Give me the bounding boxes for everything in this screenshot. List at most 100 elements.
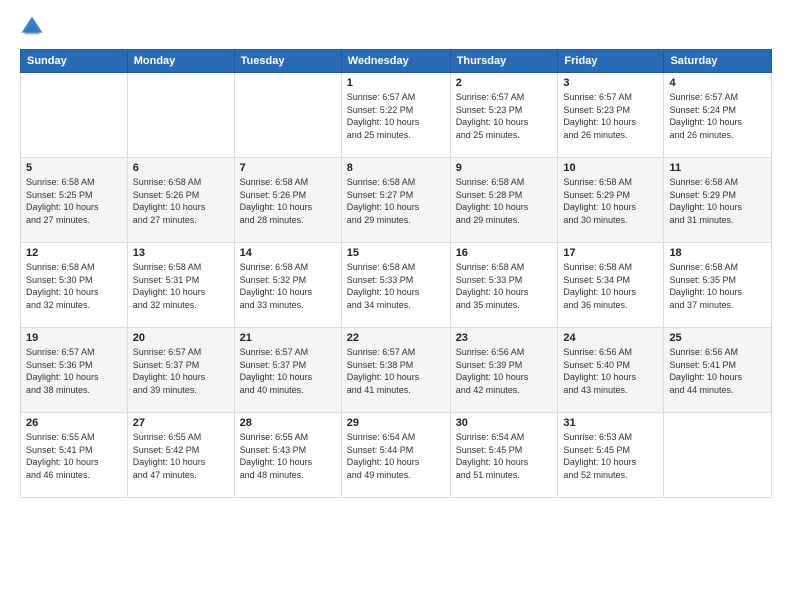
weekday-header-row: SundayMondayTuesdayWednesdayThursdayFrid… [21,50,772,73]
calendar-day-cell: 16 Sunrise: 6:58 AM Sunset: 5:33 PM Dayli… [450,243,558,328]
day-number: 6 [133,162,229,174]
calendar-day-cell: 11 Sunrise: 6:58 AM Sunset: 5:29 PM Dayli… [664,158,772,243]
calendar-day-cell: 17 Sunrise: 6:58 AM Sunset: 5:34 PM Dayli… [558,243,664,328]
logo-icon [20,15,44,39]
day-number: 29 [347,417,445,429]
day-number: 27 [133,417,229,429]
calendar-day-cell: 22Sunrise: 6:57 AM Sunset: 5:38 PM Dayli… [341,328,450,413]
calendar-day-cell: 15 Sunrise: 6:58 AM Sunset: 5:33 PM Dayli… [341,243,450,328]
calendar-day-cell: 10 Sunrise: 6:58 AM Sunset: 5:29 PM Dayli… [558,158,664,243]
day-number: 7 [240,162,336,174]
day-info: Sunrise: 6:57 AM Sunset: 5:38 PM Dayligh… [347,346,445,396]
day-info: Sunrise: 6:54 AM Sunset: 5:45 PM Dayligh… [456,431,553,481]
day-info: Sunrise: 6:56 AM Sunset: 5:39 PM Dayligh… [456,346,553,396]
calendar-empty-cell [664,413,772,498]
day-number: 10 [563,162,658,174]
calendar-empty-cell [127,73,234,158]
day-number: 19 [26,332,122,344]
day-number: 18 [669,247,766,259]
calendar-day-cell: 29 Sunrise: 6:54 AM Sunset: 5:44 PM Dayli… [341,413,450,498]
day-info: Sunrise: 6:57 AM Sunset: 5:23 PM Dayligh… [456,91,553,141]
day-info: Sunrise: 6:54 AM Sunset: 5:44 PM Dayligh… [347,431,445,481]
page: SundayMondayTuesdayWednesdayThursdayFrid… [0,0,792,612]
calendar-day-cell: 4 Sunrise: 6:57 AM Sunset: 5:24 PM Daylig… [664,73,772,158]
calendar-week-row: 5 Sunrise: 6:58 AM Sunset: 5:25 PM Daylig… [21,158,772,243]
day-info: Sunrise: 6:57 AM Sunset: 5:37 PM Dayligh… [133,346,229,396]
day-info: Sunrise: 6:58 AM Sunset: 5:34 PM Dayligh… [563,261,658,311]
calendar-day-cell: 13Sunrise: 6:58 AM Sunset: 5:31 PM Dayli… [127,243,234,328]
day-info: Sunrise: 6:57 AM Sunset: 5:37 PM Dayligh… [240,346,336,396]
calendar-day-cell: 31 Sunrise: 6:53 AM Sunset: 5:45 PM Dayli… [558,413,664,498]
calendar-day-cell: 23 Sunrise: 6:56 AM Sunset: 5:39 PM Dayli… [450,328,558,413]
day-info: Sunrise: 6:58 AM Sunset: 5:29 PM Dayligh… [669,176,766,226]
weekday-header-monday: Monday [127,50,234,73]
day-number: 9 [456,162,553,174]
day-number: 5 [26,162,122,174]
day-number: 25 [669,332,766,344]
day-info: Sunrise: 6:53 AM Sunset: 5:45 PM Dayligh… [563,431,658,481]
day-number: 4 [669,77,766,89]
calendar-day-cell: 19Sunrise: 6:57 AM Sunset: 5:36 PM Dayli… [21,328,128,413]
day-number: 11 [669,162,766,174]
day-number: 13 [133,247,229,259]
calendar-table: SundayMondayTuesdayWednesdayThursdayFrid… [20,49,772,498]
day-number: 21 [240,332,336,344]
calendar-day-cell: 1Sunrise: 6:57 AM Sunset: 5:22 PM Daylig… [341,73,450,158]
day-number: 17 [563,247,658,259]
day-number: 8 [347,162,445,174]
weekday-header-saturday: Saturday [664,50,772,73]
day-info: Sunrise: 6:58 AM Sunset: 5:27 PM Dayligh… [347,176,445,226]
day-number: 26 [26,417,122,429]
calendar-day-cell: 12Sunrise: 6:58 AM Sunset: 5:30 PM Dayli… [21,243,128,328]
calendar-week-row: 1Sunrise: 6:57 AM Sunset: 5:22 PM Daylig… [21,73,772,158]
weekday-header-tuesday: Tuesday [234,50,341,73]
day-info: Sunrise: 6:56 AM Sunset: 5:41 PM Dayligh… [669,346,766,396]
calendar-day-cell: 27 Sunrise: 6:55 AM Sunset: 5:42 PM Dayli… [127,413,234,498]
calendar-empty-cell [21,73,128,158]
day-info: Sunrise: 6:58 AM Sunset: 5:33 PM Dayligh… [456,261,553,311]
weekday-header-thursday: Thursday [450,50,558,73]
day-info: Sunrise: 6:58 AM Sunset: 5:35 PM Dayligh… [669,261,766,311]
calendar-day-cell: 25 Sunrise: 6:56 AM Sunset: 5:41 PM Dayli… [664,328,772,413]
calendar-day-cell: 8 Sunrise: 6:58 AM Sunset: 5:27 PM Daylig… [341,158,450,243]
day-info: Sunrise: 6:55 AM Sunset: 5:42 PM Dayligh… [133,431,229,481]
day-info: Sunrise: 6:58 AM Sunset: 5:26 PM Dayligh… [240,176,336,226]
day-number: 2 [456,77,553,89]
calendar-week-row: 12Sunrise: 6:58 AM Sunset: 5:30 PM Dayli… [21,243,772,328]
day-number: 30 [456,417,553,429]
calendar-day-cell: 28Sunrise: 6:55 AM Sunset: 5:43 PM Dayli… [234,413,341,498]
calendar-week-row: 26 Sunrise: 6:55 AM Sunset: 5:41 PM Dayli… [21,413,772,498]
day-number: 3 [563,77,658,89]
day-number: 24 [563,332,658,344]
day-number: 23 [456,332,553,344]
day-info: Sunrise: 6:58 AM Sunset: 5:33 PM Dayligh… [347,261,445,311]
calendar-day-cell: 5 Sunrise: 6:58 AM Sunset: 5:25 PM Daylig… [21,158,128,243]
weekday-header-sunday: Sunday [21,50,128,73]
calendar-empty-cell [234,73,341,158]
day-info: Sunrise: 6:58 AM Sunset: 5:25 PM Dayligh… [26,176,122,226]
day-number: 16 [456,247,553,259]
calendar-week-row: 19Sunrise: 6:57 AM Sunset: 5:36 PM Dayli… [21,328,772,413]
day-info: Sunrise: 6:55 AM Sunset: 5:43 PM Dayligh… [240,431,336,481]
day-info: Sunrise: 6:55 AM Sunset: 5:41 PM Dayligh… [26,431,122,481]
day-info: Sunrise: 6:57 AM Sunset: 5:23 PM Dayligh… [563,91,658,141]
calendar-day-cell: 6 Sunrise: 6:58 AM Sunset: 5:26 PM Daylig… [127,158,234,243]
calendar-day-cell: 2 Sunrise: 6:57 AM Sunset: 5:23 PM Daylig… [450,73,558,158]
day-number: 31 [563,417,658,429]
calendar-day-cell: 14Sunrise: 6:58 AM Sunset: 5:32 PM Dayli… [234,243,341,328]
calendar-day-cell: 9 Sunrise: 6:58 AM Sunset: 5:28 PM Daylig… [450,158,558,243]
day-number: 15 [347,247,445,259]
day-number: 12 [26,247,122,259]
header [20,15,772,39]
day-info: Sunrise: 6:58 AM Sunset: 5:28 PM Dayligh… [456,176,553,226]
day-info: Sunrise: 6:56 AM Sunset: 5:40 PM Dayligh… [563,346,658,396]
calendar-day-cell: 26 Sunrise: 6:55 AM Sunset: 5:41 PM Dayli… [21,413,128,498]
day-number: 14 [240,247,336,259]
day-info: Sunrise: 6:58 AM Sunset: 5:26 PM Dayligh… [133,176,229,226]
day-info: Sunrise: 6:57 AM Sunset: 5:24 PM Dayligh… [669,91,766,141]
logo [20,15,48,39]
calendar-day-cell: 30 Sunrise: 6:54 AM Sunset: 5:45 PM Dayli… [450,413,558,498]
day-number: 1 [347,77,445,89]
day-info: Sunrise: 6:58 AM Sunset: 5:29 PM Dayligh… [563,176,658,226]
calendar-day-cell: 7 Sunrise: 6:58 AM Sunset: 5:26 PM Daylig… [234,158,341,243]
